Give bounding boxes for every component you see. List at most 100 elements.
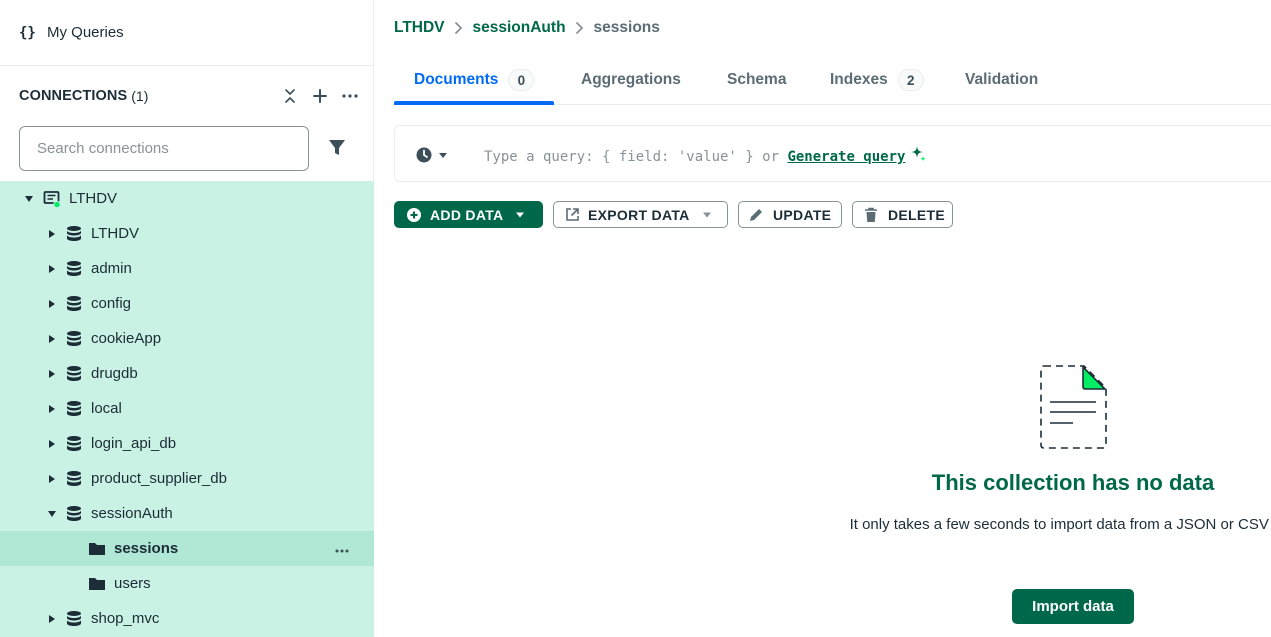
sparkle-icon [911,146,927,162]
tab-label: Validation [965,71,1039,88]
tab-label: Indexes [830,71,888,88]
sidebar: {} My Queries CONNECTIONS (1) Search con… [0,0,374,637]
tree-database-item[interactable]: cookieApp [0,321,374,356]
caret-right-icon[interactable] [47,614,57,624]
tree-collection-item[interactable]: users [0,566,374,601]
breadcrumb-collection: sessions [593,19,660,36]
tab-aggregations[interactable]: Aggregations [581,56,681,104]
my-queries-item[interactable]: {} My Queries [0,0,374,66]
tree-database-item[interactable]: shop_mvc [0,601,374,636]
export-data-label: EXPORT DATA [588,206,690,223]
export-data-button[interactable]: EXPORT DATA [553,201,728,228]
tree-database-label: config [91,295,132,312]
breadcrumb-connection[interactable]: LTHDV [394,19,445,37]
database-icon [67,261,81,276]
breadcrumb: LTHDV sessionAuth sessions [394,17,660,39]
more-options-icon[interactable] [341,84,359,108]
add-connection-icon[interactable] [311,84,329,108]
tree-connection-item[interactable]: LTHDV [0,181,374,216]
tree-database-item[interactable]: local [0,391,374,426]
empty-state-subtitle: It only takes a few seconds to import da… [849,516,1271,533]
database-icon [67,471,81,486]
caret-down-icon[interactable] [24,194,34,204]
tab-validation[interactable]: Validation [965,56,1038,104]
update-button[interactable]: UPDATE [738,201,842,228]
collapse-all-icon[interactable] [281,84,299,108]
trash-icon [865,207,877,222]
database-icon [67,436,81,451]
tree-database-label: LTHDV [91,225,140,242]
connections-tree: LTHDV LTHDV admin config cookieApp drugd… [0,181,374,637]
caret-right-icon[interactable] [47,299,57,309]
tree-collection-label: users [114,575,151,592]
caret-down-icon [702,212,711,217]
caret-right-icon[interactable] [47,369,57,379]
query-input[interactable]: Type a query: { field: 'value' } or Gene… [484,145,927,165]
tree-database-label: local [91,400,122,417]
active-tab-indicator [394,101,555,105]
database-icon [67,226,81,241]
connections-count: (1) [131,88,149,104]
my-queries-label: My Queries [47,24,124,41]
chevron-right-icon [454,22,462,34]
tree-connection-label: LTHDV [69,190,118,207]
delete-label: DELETE [888,206,946,223]
tree-database-item[interactable]: login_api_db [0,426,374,461]
main-panel: LTHDV sessionAuth sessions Documents 0 A… [375,0,1271,637]
server-icon [43,191,61,208]
tab-documents[interactable]: Documents 0 [394,56,555,105]
caret-down-icon [516,212,525,217]
connections-title: CONNECTIONS [19,88,128,104]
caret-right-icon[interactable] [47,229,57,239]
tree-database-item[interactable]: admin [0,251,374,286]
tab-label: Documents [414,71,499,88]
connections-header: CONNECTIONS (1) [19,84,359,108]
database-icon [67,401,81,416]
tab-count-badge: 2 [897,69,924,91]
tree-database-item[interactable]: product_supplier_db [0,461,374,496]
tree-database-label: admin [91,260,132,277]
tree-database-label: login_api_db [91,435,177,452]
collection-tabs: Documents 0 Aggregations Schema Indexes … [394,56,1271,105]
tree-database-item[interactable]: drugdb [0,356,374,391]
database-icon [67,366,81,381]
query-history-icon[interactable] [415,146,451,164]
tree-database-item[interactable]: sessionAuth [0,496,374,531]
database-icon [67,611,81,626]
tree-database-label: cookieApp [91,330,162,347]
database-icon [67,296,81,311]
update-label: UPDATE [773,206,832,223]
caret-down-icon[interactable] [47,509,57,519]
database-icon [67,506,81,521]
filter-icon[interactable] [326,137,348,159]
tree-database-item[interactable]: LTHDV [0,216,374,251]
tab-indexes[interactable]: Indexes 2 [830,56,924,104]
search-connections-input[interactable] [19,126,309,171]
caret-right-icon[interactable] [47,474,57,484]
tab-label: Aggregations [581,71,681,88]
collection-more-icon[interactable] [335,540,349,556]
add-data-button[interactable]: ADD DATA [394,201,543,228]
plus-circle-icon [407,207,421,222]
caret-right-icon[interactable] [47,404,57,414]
caret-right-icon[interactable] [47,439,57,449]
folder-icon [89,578,105,590]
query-placeholder: Type a query: { field: 'value' } or [484,149,780,165]
empty-state-title: This collection has no data [931,470,1215,495]
tab-schema[interactable]: Schema [727,56,786,104]
folder-icon [89,543,105,555]
tree-collection-label: sessions [114,540,179,557]
pencil-icon [750,208,762,221]
caret-right-icon[interactable] [47,334,57,344]
import-data-button[interactable]: Import data [1012,589,1134,624]
tree-collection-item[interactable]: sessions [0,531,374,566]
tree-database-item[interactable]: config [0,286,374,321]
tree-database-label: shop_mvc [91,610,160,627]
database-icon [67,331,81,346]
caret-right-icon[interactable] [47,264,57,274]
delete-button[interactable]: DELETE [852,201,953,228]
generate-query-link[interactable]: Generate query [787,149,905,165]
breadcrumb-database[interactable]: sessionAuth [473,19,566,37]
braces-icon: {} [19,24,36,41]
query-bar[interactable]: Type a query: { field: 'value' } or Gene… [394,125,1271,182]
